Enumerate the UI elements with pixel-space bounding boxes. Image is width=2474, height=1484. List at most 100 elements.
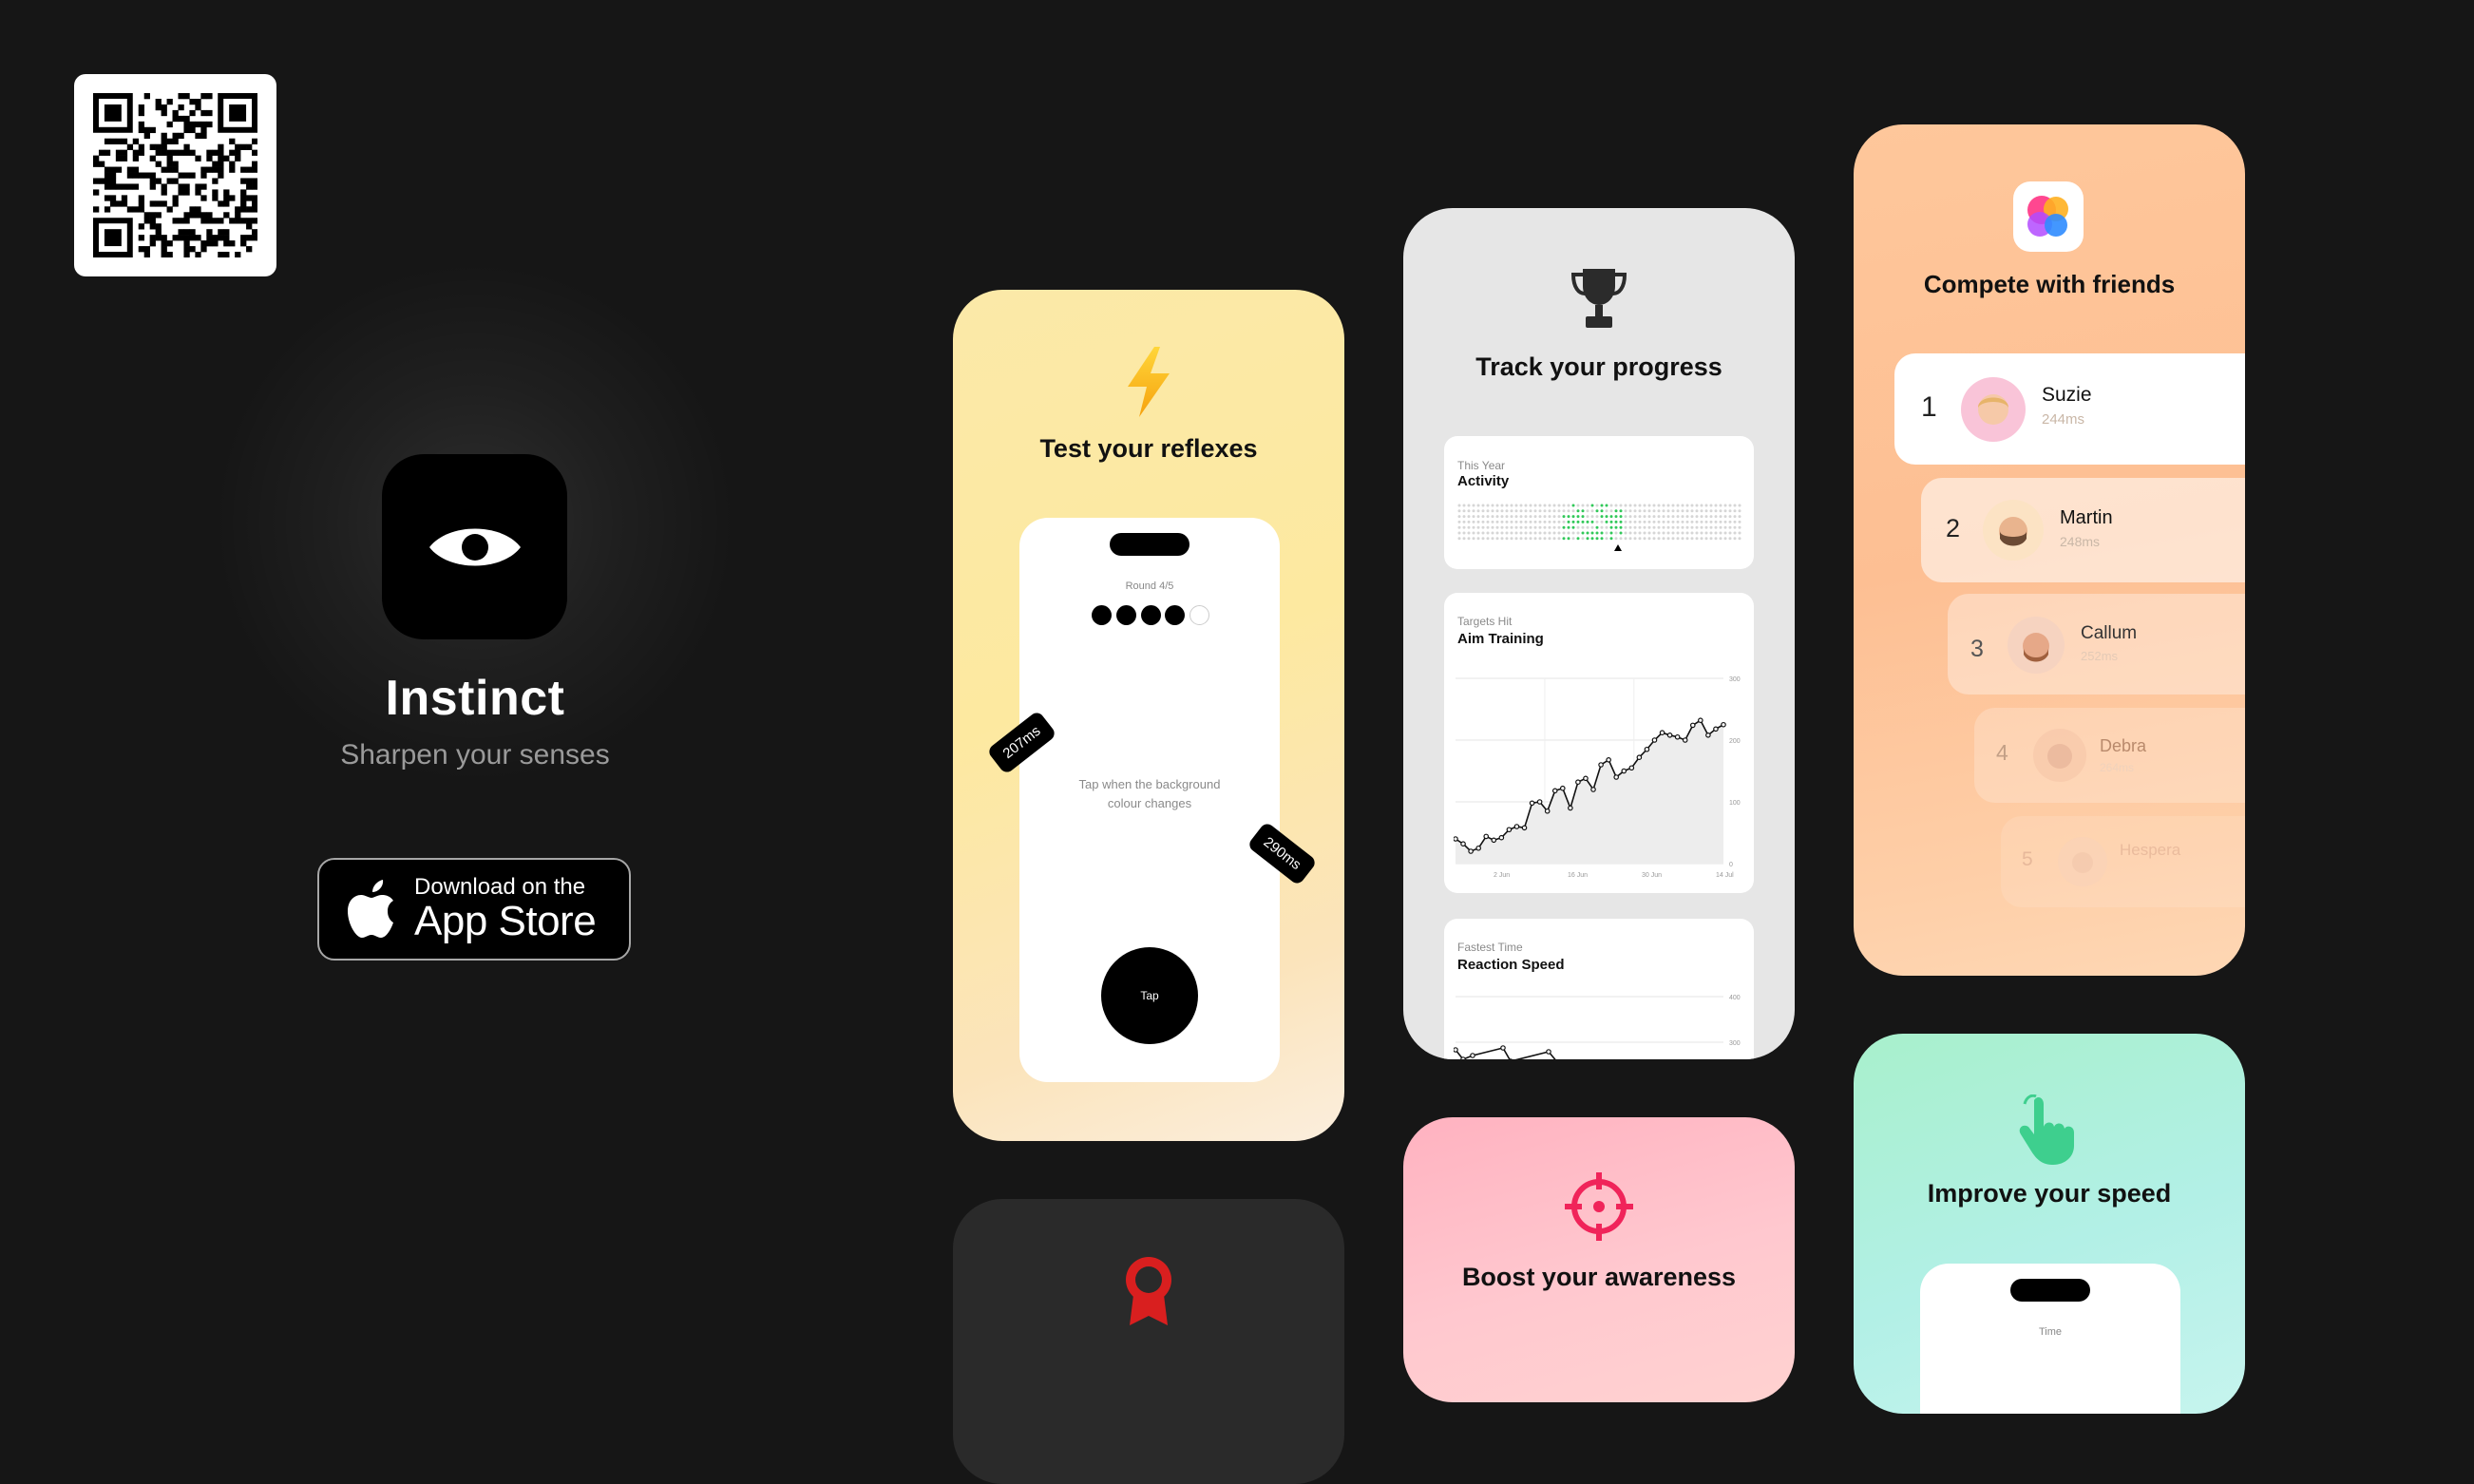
leaderboard-row[interactable]: 3 Callum 252ms xyxy=(1948,594,2245,694)
aim-training-panel: Targets Hit Aim Training 30020010002 Jun… xyxy=(1444,593,1754,893)
player-time: 252ms xyxy=(2081,649,2118,663)
leaderboard-row[interactable]: 4 Debra 264ms xyxy=(1974,708,2245,803)
chart-point xyxy=(1591,788,1595,791)
player-name: Martin xyxy=(2060,507,2113,529)
panel-subtitle: This Year xyxy=(1457,459,1505,472)
chart-point xyxy=(1645,748,1648,752)
avatar xyxy=(1983,500,2044,561)
x-tick-label: 2 Jun xyxy=(1494,872,1510,879)
chart-point xyxy=(1537,800,1541,804)
rank-number: 3 xyxy=(1970,636,1984,663)
chart-point xyxy=(1599,763,1603,767)
round-dot xyxy=(1165,605,1185,625)
avatar xyxy=(2058,837,2107,886)
phone-mockup: Round 4/5 Tap when the background colour… xyxy=(1019,518,1280,1082)
card-title: Improve your speed xyxy=(1854,1179,2245,1208)
chart-point xyxy=(1545,809,1549,813)
trophy-icon xyxy=(1570,265,1628,332)
player-name: Hespera xyxy=(2120,841,2180,860)
phone-mockup: Time xyxy=(1920,1264,2180,1414)
player-time: 248ms xyxy=(2060,534,2100,549)
y-tick-label: 400 xyxy=(1729,995,1741,1001)
card-title: Test your reflexes xyxy=(953,434,1344,464)
card-achievements xyxy=(953,1199,1344,1484)
chart-point xyxy=(1461,842,1465,846)
chart-point xyxy=(1614,775,1618,779)
aim-training-chart: 30020010002 Jun16 Jun30 Jun14 Jul xyxy=(1454,669,1748,887)
chart-point xyxy=(1484,834,1488,838)
app-name: Instinct xyxy=(285,670,665,727)
chart-point xyxy=(1652,738,1656,742)
y-tick-label: 100 xyxy=(1729,800,1741,807)
chart-point xyxy=(1471,1054,1475,1057)
game-center-icon xyxy=(2013,181,2084,252)
chart-point xyxy=(1722,723,1725,727)
chart-point xyxy=(1684,738,1687,742)
leaderboard-row[interactable]: 2 Martin 248ms xyxy=(1921,478,2245,582)
chart-point xyxy=(1469,849,1473,853)
phone-notch xyxy=(2010,1279,2090,1302)
chart-point xyxy=(1629,766,1633,770)
round-dot xyxy=(1189,605,1209,625)
chart-point xyxy=(1699,718,1703,722)
ribbon-icon xyxy=(1120,1253,1177,1329)
phone-notch xyxy=(1110,533,1189,556)
lightning-icon xyxy=(1122,345,1175,419)
chart-point xyxy=(1476,847,1480,850)
card-test-reflexes: Test your reflexes Round 4/5 Tap when th… xyxy=(953,290,1344,1141)
card-title: Track your progress xyxy=(1403,352,1795,382)
y-tick-label: 0 xyxy=(1729,862,1733,868)
qr-code xyxy=(74,74,276,276)
pointing-hand-icon xyxy=(2015,1094,2084,1167)
rank-number: 1 xyxy=(1921,391,1937,424)
chart-point xyxy=(1706,733,1710,737)
card-track-progress: Track your progress This Year Activity T… xyxy=(1403,208,1795,1059)
app-store-button[interactable]: Download on the App Store xyxy=(317,858,631,961)
chart-point xyxy=(1622,769,1626,772)
player-name: Callum xyxy=(2081,623,2137,644)
chart-point xyxy=(1675,735,1679,739)
instruction-line: colour changes xyxy=(1019,794,1280,813)
round-label: Round 4/5 xyxy=(1019,580,1280,592)
activity-panel: This Year Activity xyxy=(1444,436,1754,569)
avatar xyxy=(1961,377,2026,442)
chart-point xyxy=(1547,1050,1551,1054)
qr-code-icon xyxy=(93,93,257,257)
round-dot xyxy=(1141,605,1161,625)
panel-title: Reaction Speed xyxy=(1457,957,1565,973)
chart-point xyxy=(1454,837,1457,841)
store-big-label: App Store xyxy=(414,900,596,943)
leaderboard-row[interactable]: 1 Suzie 244ms xyxy=(1894,353,2245,465)
player-time: 264ms xyxy=(2100,761,2134,774)
leaderboard-row[interactable]: 5 Hespera xyxy=(2001,816,2245,907)
y-tick-label: 200 xyxy=(1729,738,1741,745)
tap-button[interactable]: Tap xyxy=(1101,947,1198,1044)
card-title: Compete with friends xyxy=(1854,270,2245,299)
round-dot xyxy=(1092,605,1112,625)
y-tick-label: 300 xyxy=(1729,676,1741,683)
reaction-speed-panel: Fastest Time Reaction Speed 400300 xyxy=(1444,919,1754,1059)
chart-point xyxy=(1507,828,1511,831)
chart-point xyxy=(1561,787,1565,790)
card-compete-friends: Compete with friends 1 Suzie 244ms 2 Mar… xyxy=(1854,124,2245,976)
reaction-speed-chart: 400300 xyxy=(1454,993,1748,1059)
panel-subtitle: Fastest Time xyxy=(1457,941,1523,954)
panel-title: Aim Training xyxy=(1457,631,1544,647)
chart-point xyxy=(1584,776,1588,780)
chart-point xyxy=(1660,731,1664,734)
card-boost-awareness: Boost your awareness xyxy=(1403,1117,1795,1402)
x-tick-label: 30 Jun xyxy=(1642,872,1662,879)
player-time: 244ms xyxy=(2042,411,2084,428)
chart-point xyxy=(1691,723,1695,727)
chart-point xyxy=(1461,1057,1465,1059)
instruction-text: Tap when the background colour changes xyxy=(1019,775,1280,813)
x-tick-label: 16 Jun xyxy=(1568,872,1588,879)
rank-number: 4 xyxy=(1996,740,2008,766)
player-name: Suzie xyxy=(2042,384,2092,407)
player-name: Debra xyxy=(2100,736,2146,756)
chart-point xyxy=(1492,838,1495,842)
rank-number: 5 xyxy=(2022,848,2033,871)
crosshair-icon xyxy=(1565,1172,1633,1241)
card-title: Boost your awareness xyxy=(1403,1263,1795,1292)
instruction-line: Tap when the background xyxy=(1019,775,1280,794)
